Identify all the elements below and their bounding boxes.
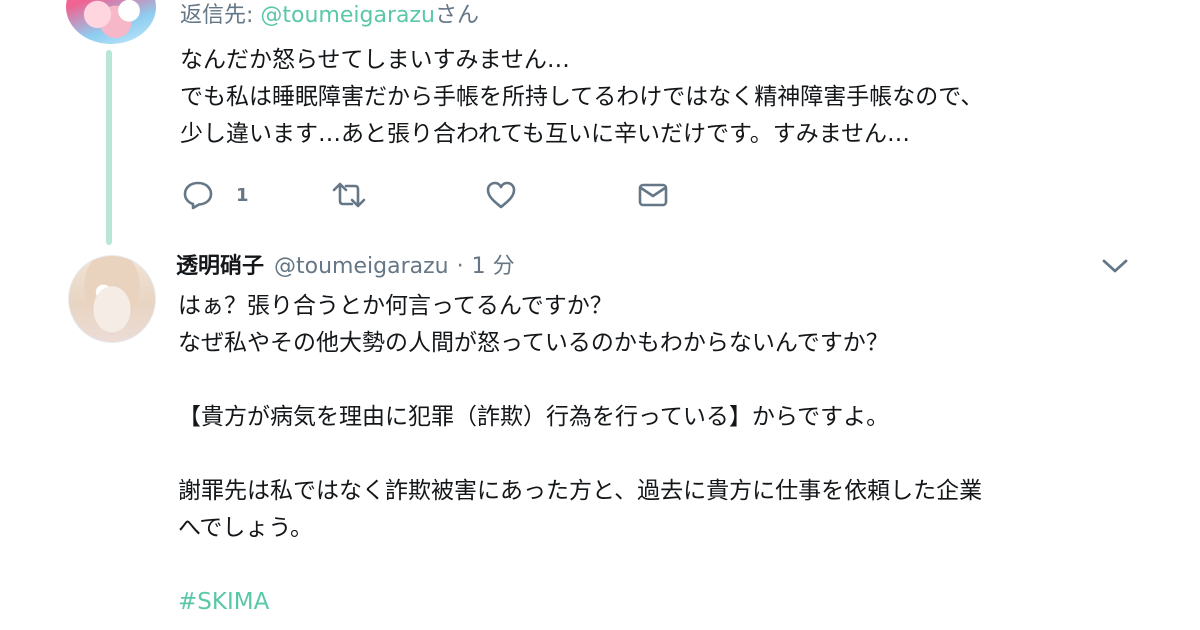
tweet-text-line: 少し違います…あと張り合われても互いに辛いだけです。すみません… bbox=[180, 121, 911, 147]
reply-to-suffix: さん bbox=[434, 3, 479, 28]
tweet-text-line: でも私は睡眠障害だから手帳を所持してるわけではなく精神障害手帳なので、 bbox=[180, 84, 984, 110]
reply-to-line: 返信先: @toumeigarazuさん bbox=[180, 0, 479, 29]
hashtag-link[interactable]: #SKIMA bbox=[178, 584, 982, 621]
tweet-text-line: はぁ？張り合うとか何言ってるんですか？ bbox=[178, 293, 613, 319]
tweet-text-line: なぜ私やその他大勢の人間が怒っているのかもわからないんですか？ bbox=[178, 330, 889, 356]
separator-dot: · bbox=[456, 254, 464, 279]
reply-icon bbox=[180, 177, 216, 213]
tweet-text-line: なんだか怒らせてしまいすみません… bbox=[180, 47, 570, 73]
display-name[interactable]: 透明硝子 bbox=[176, 254, 264, 279]
avatar[interactable] bbox=[68, 255, 156, 343]
like-button[interactable] bbox=[483, 177, 519, 213]
tweet-text-line: へでしょう。 bbox=[178, 515, 314, 541]
tweet-text-line: 謝罪先は私ではなく詐欺被害にあった方と、過去に貴方に仕事を依頼した企業 bbox=[178, 478, 983, 504]
tweet-menu-button[interactable] bbox=[1098, 253, 1132, 279]
tweet-text-line: 【貴方が病気を理由に犯罪（詐欺）行為を行っている】からですよ。 bbox=[178, 404, 890, 430]
tweet-text: なんだか怒らせてしまいすみません… でも私は睡眠障害だから手帳を所持してるわけで… bbox=[180, 42, 983, 153]
reply-to-prefix: 返信先: bbox=[180, 3, 261, 28]
tweet-thread: 返信先: @toumeigarazuさん なんだか怒らせてしまいすみません… で… bbox=[0, 0, 1200, 630]
envelope-icon bbox=[635, 177, 671, 213]
user-handle[interactable]: @toumeigarazu bbox=[274, 254, 449, 279]
heart-icon bbox=[483, 177, 519, 213]
reply-to-mention-link[interactable]: @toumeigarazu bbox=[260, 3, 435, 28]
thread-connector-line bbox=[106, 50, 112, 245]
reply-button[interactable]: 1 bbox=[180, 177, 249, 213]
tweet-header: 透明硝子 @toumeigarazu · 1 分 bbox=[176, 248, 515, 280]
chevron-down-icon bbox=[1098, 259, 1132, 283]
tweet-timestamp[interactable]: 1 分 bbox=[472, 254, 515, 279]
direct-message-button[interactable] bbox=[635, 177, 671, 213]
retweet-button[interactable] bbox=[330, 177, 368, 213]
tweet-text: はぁ？張り合うとか何言ってるんですか？ なぜ私やその他大勢の人間が怒っているのか… bbox=[178, 288, 982, 621]
reply-count: 1 bbox=[236, 184, 249, 206]
retweet-icon bbox=[330, 177, 368, 213]
avatar[interactable] bbox=[66, 0, 156, 44]
